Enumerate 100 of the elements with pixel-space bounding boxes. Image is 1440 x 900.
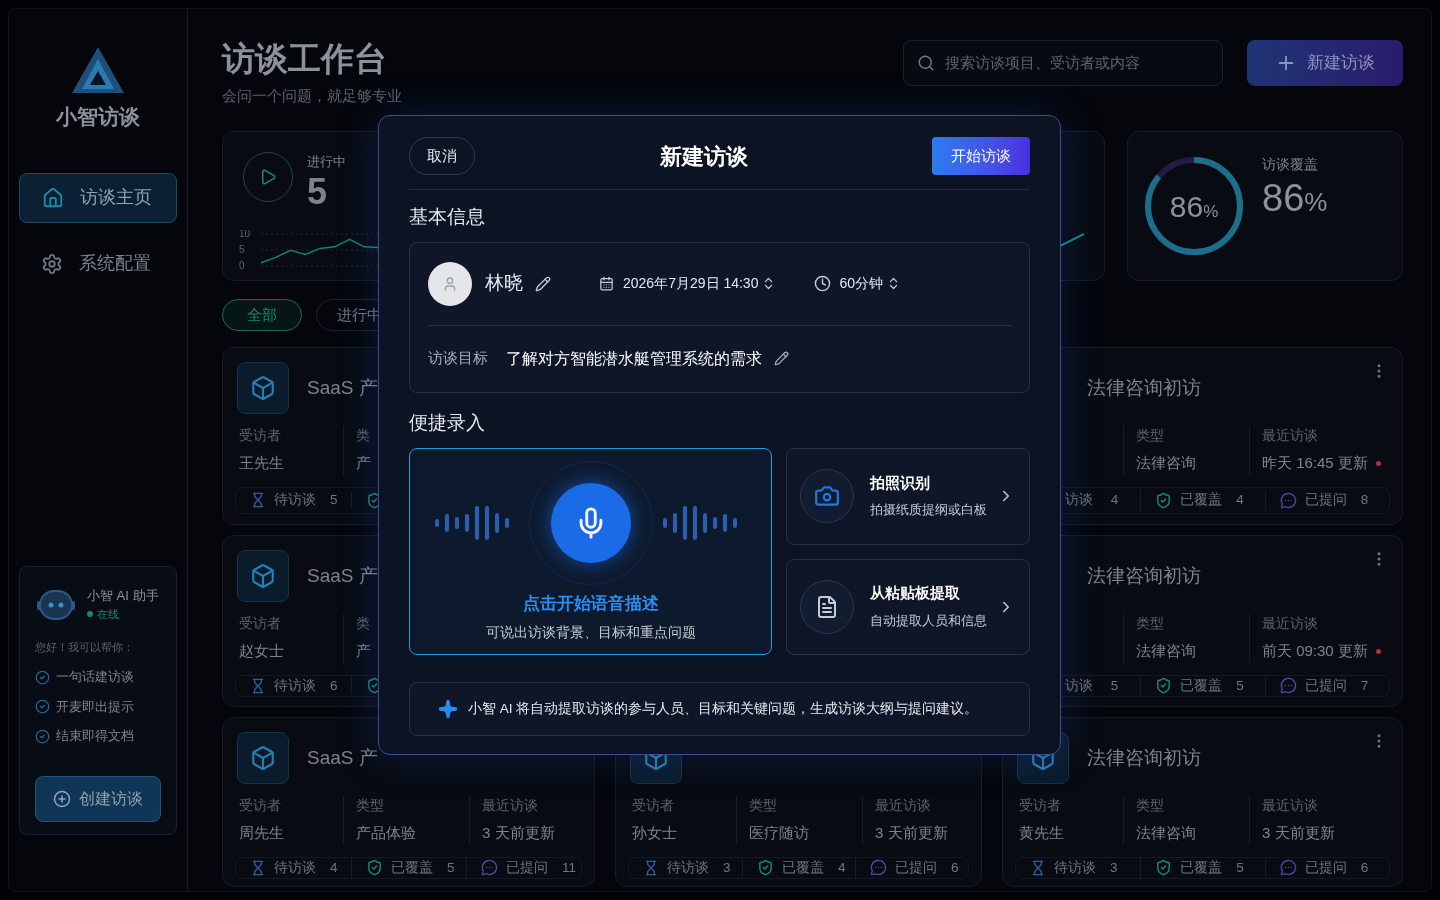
- stat-count: 4: [1110, 491, 1119, 510]
- check-icon: [35, 699, 50, 715]
- interviewee-name: 林晓: [485, 271, 523, 296]
- stat-count: 3: [723, 858, 731, 877]
- card-title: 法律咨询初访: [1087, 375, 1201, 400]
- shield-icon: [757, 859, 774, 877]
- avatar: [428, 261, 472, 306]
- field-value: 产: [356, 453, 371, 474]
- play-icon: [243, 152, 293, 202]
- stat-label: 已提问: [1304, 676, 1347, 695]
- chat-icon: [1279, 491, 1297, 509]
- edit-icon[interactable]: [535, 275, 551, 292]
- filter-tab[interactable]: 全部: [222, 299, 302, 331]
- field-label: 类型: [356, 797, 385, 815]
- chat-icon: [1279, 859, 1297, 877]
- ring-unit: %: [1203, 200, 1219, 223]
- field-value: 产: [356, 641, 371, 662]
- settings-icon: [41, 252, 63, 275]
- logo-icon: [70, 45, 126, 95]
- stat-count: 6: [951, 858, 959, 877]
- stat-unit: %: [1304, 186, 1328, 219]
- y-tick-label: 5: [239, 243, 245, 255]
- field-label: 最近访谈: [482, 797, 539, 815]
- stat-label: 已覆盖: [1180, 491, 1223, 510]
- stat-count: 5: [1236, 676, 1244, 695]
- home-icon: [42, 186, 64, 209]
- shield-icon: [1155, 677, 1173, 695]
- field-value: 医疗随访: [749, 823, 809, 844]
- ring-value: 86: [1169, 188, 1204, 225]
- field-label: 类: [356, 427, 371, 445]
- duration: 60分钟: [839, 274, 883, 293]
- stat-label: 已提问: [506, 858, 548, 877]
- start-button[interactable]: 开始访谈: [932, 137, 1030, 175]
- stat-count: 11: [562, 858, 576, 877]
- stat-label: 已覆盖: [1180, 676, 1223, 695]
- field-value: 赵女士: [239, 641, 284, 662]
- new-interview-button[interactable]: 新建访谈: [1247, 40, 1403, 86]
- hourglass-icon: [250, 492, 266, 509]
- stat-label: 待访谈: [274, 858, 316, 877]
- field-value: 产品体验: [356, 823, 416, 844]
- input-option[interactable]: 拍照识别 拍摄纸质提纲或白板: [786, 448, 1030, 545]
- goal-text: 了解对方智能潜水艇管理系统的需求: [506, 348, 762, 369]
- check-icon: [35, 729, 50, 745]
- field-label: 受访者: [239, 797, 282, 815]
- card-title: 法律咨询初访: [1087, 563, 1201, 588]
- date-time: 2026年7月29日 14:30: [623, 274, 759, 293]
- stat-label: 已覆盖: [1180, 858, 1223, 877]
- shield-icon: [1155, 491, 1173, 509]
- field-label: 受访者: [239, 427, 282, 445]
- field-label: 最近访谈: [1262, 427, 1319, 445]
- search-field[interactable]: 搜索访谈项目、受访者或内容: [903, 40, 1223, 86]
- field-value: 孙女士: [632, 823, 677, 844]
- field-label: 最近访谈: [875, 797, 932, 815]
- field-label: 类型: [1136, 615, 1165, 633]
- y-tick-label: 0: [239, 259, 245, 271]
- stat-count: 4: [838, 858, 846, 877]
- field-value: 法律咨询: [1136, 641, 1196, 662]
- field-value: 昨天 16:45 更新: [1262, 453, 1368, 474]
- stat-label: 待访谈: [667, 858, 709, 877]
- calendar-icon: [599, 276, 614, 291]
- field-label: 最近访谈: [1262, 797, 1319, 815]
- stat-count: 5: [447, 858, 455, 877]
- assistant-name: 小智 AI 助手: [87, 587, 159, 606]
- edit-icon[interactable]: [774, 351, 789, 366]
- stat-label: 已覆盖: [391, 858, 433, 877]
- page-subtitle: 会问一个问题，就足够专业: [222, 86, 402, 106]
- card-title: SaaS 产: [307, 375, 378, 400]
- stat-count: 5: [1110, 676, 1119, 695]
- line-series: [260, 238, 380, 264]
- stat-label: 已提问: [895, 858, 937, 877]
- nav-item[interactable]: 系统配置: [19, 238, 177, 289]
- stat-label: 待访谈: [1054, 858, 1096, 877]
- dialog-title: 新建访谈: [659, 142, 748, 171]
- field-label: 类: [356, 615, 371, 633]
- stat-count: 3: [1110, 858, 1118, 877]
- field-label: 类型: [1136, 427, 1165, 445]
- feature-text: 一句话建访谈: [56, 668, 134, 686]
- field-label: 受访者: [239, 615, 282, 633]
- voice-input-card[interactable]: 点击开始语音描述 可说出访谈背景、目标和重点问题: [409, 448, 772, 655]
- feature-text: 开麦即出提示: [56, 698, 134, 716]
- field-value: 3 天前更新: [1262, 823, 1335, 844]
- card-title: SaaS 产: [307, 745, 378, 770]
- chat-icon: [870, 859, 887, 877]
- create-interview-button[interactable]: 创建访谈: [35, 776, 161, 822]
- field-value: 3 天前更新: [875, 823, 948, 844]
- shield-icon: [1155, 859, 1173, 877]
- field-value: 前天 09:30 更新: [1262, 641, 1368, 662]
- y-tick-label: 10: [239, 227, 251, 239]
- stat-label: 待访谈: [274, 491, 316, 510]
- clock-icon: [814, 275, 832, 292]
- section-title: 便捷录入: [409, 410, 486, 435]
- field-label: 受访者: [632, 797, 675, 815]
- input-option[interactable]: 从粘贴板提取 自动提取人员和信息: [786, 558, 1030, 655]
- mic-button[interactable]: [550, 483, 631, 563]
- field-label: 最近访谈: [1262, 615, 1319, 633]
- section-title: 基本信息: [409, 205, 486, 229]
- stat-count: 8: [1360, 491, 1369, 510]
- nav-item[interactable]: 访谈主页: [19, 172, 177, 223]
- card-title: 法律咨询初访: [1087, 745, 1201, 770]
- voice-title: 点击开始语音描述: [522, 593, 659, 615]
